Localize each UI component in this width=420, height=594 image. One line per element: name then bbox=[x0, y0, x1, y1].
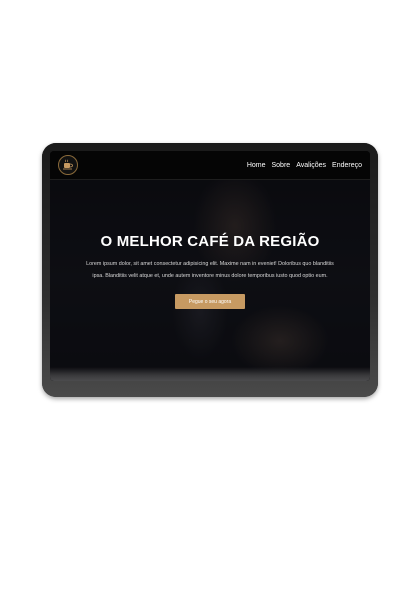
hero-title: O MELHOR CAFÉ DA REGIÃO bbox=[100, 233, 320, 250]
nav-link-sobre[interactable]: Sobre bbox=[272, 162, 291, 169]
hero-description: Lorem ipsum dolor, sit amet consectetur … bbox=[60, 258, 360, 282]
nav-link-home[interactable]: Home bbox=[247, 162, 266, 169]
next-section-edge bbox=[50, 367, 370, 381]
tablet-screen: Home Sobre Avalições Endereço O MELHOR C… bbox=[50, 151, 370, 381]
cta-button[interactable]: Pegue o seu agora bbox=[175, 294, 245, 309]
hero-description-line-1: Lorem ipsum dolor, sit amet consectetur … bbox=[86, 261, 334, 267]
nav-link-avaliacoes[interactable]: Avalições bbox=[296, 162, 326, 169]
logo-graphic bbox=[63, 159, 73, 170]
tablet-device-frame: Home Sobre Avalições Endereço O MELHOR C… bbox=[42, 143, 378, 397]
navbar: Home Sobre Avalições Endereço bbox=[50, 151, 370, 180]
mockup-stage: Home Sobre Avalições Endereço O MELHOR C… bbox=[0, 0, 420, 594]
hero-description-line-2: ipsa. Blanditiis velit atque et, unde au… bbox=[92, 273, 328, 279]
nav-link-endereco[interactable]: Endereço bbox=[332, 162, 362, 169]
coffee-cup-icon[interactable] bbox=[58, 155, 78, 175]
nav-menu: Home Sobre Avalições Endereço bbox=[247, 151, 362, 179]
